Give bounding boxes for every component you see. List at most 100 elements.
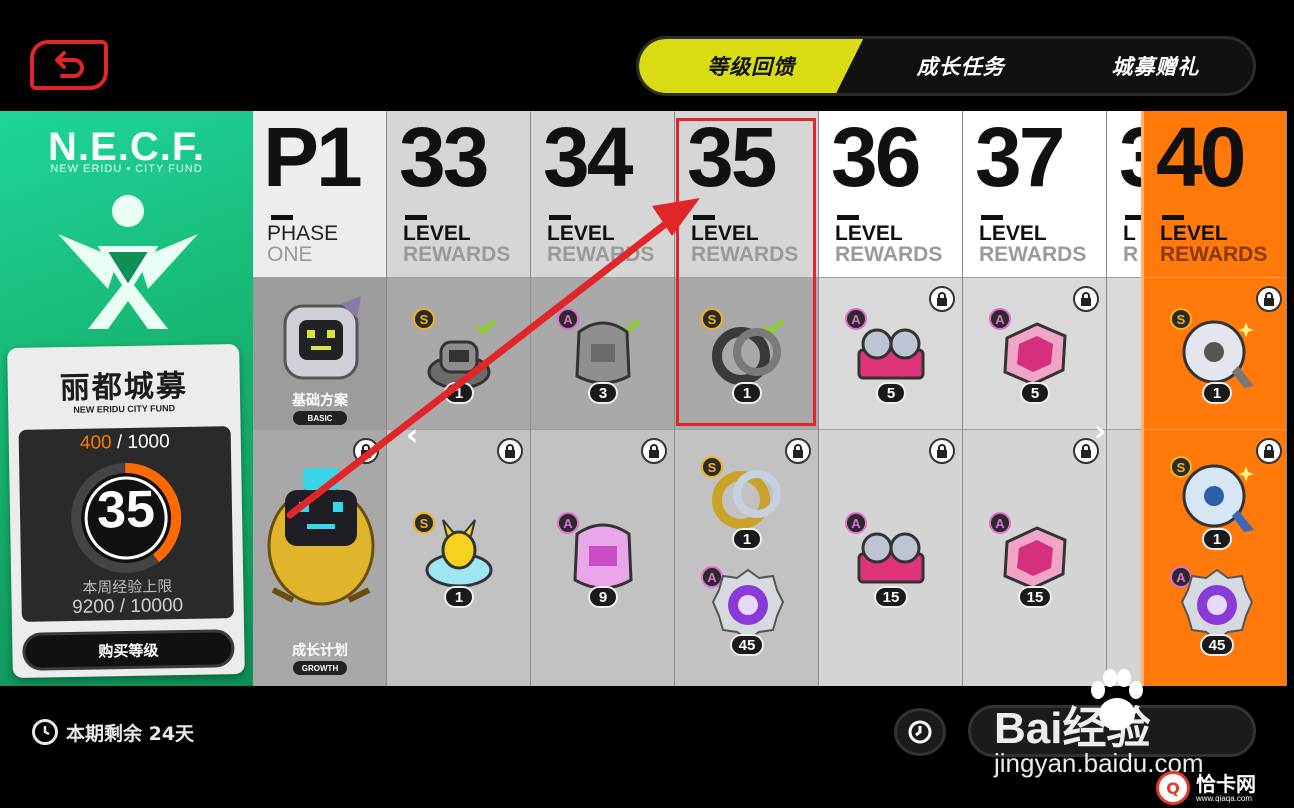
level-column-34: 34 LEVEL REWARDS A 3 A 9 [531, 111, 675, 686]
fund-card: 丽都城募 NEW ERIDU CITY FUND 400 / 1000 35 本… [7, 344, 245, 678]
level-dash [405, 215, 427, 220]
clock-icon [908, 720, 932, 744]
master-tape-icon [1182, 320, 1254, 388]
scroll-left-chevron-icon[interactable]: ‹ [406, 418, 426, 453]
reward-quantity: 15 [1018, 586, 1052, 608]
back-arrow-icon [55, 51, 84, 78]
polychrome-gear-icon [1180, 568, 1254, 642]
current-level: 35 [96, 480, 156, 540]
phase-number: P1 [263, 111, 363, 204]
reward-quantity: 3 [588, 382, 618, 404]
level-header: 34 LEVEL REWARDS [531, 111, 674, 277]
film-reel-icon [857, 532, 925, 584]
growth-plan-sublabel: GROWTH [293, 661, 347, 675]
level-label-line2: R [1123, 243, 1139, 266]
weekly-xp-value: 9200 / 10000 [72, 595, 184, 618]
necf-emblem-icon [58, 195, 198, 329]
fund-name: 丽都城募 [59, 368, 189, 407]
level-number: 34 [543, 111, 633, 204]
w-engine-ring-icon [712, 470, 781, 529]
basic-plan-sublabel: BASIC [293, 411, 347, 425]
level-header: 36 LEVEL REWARDS [819, 111, 962, 277]
season-remaining-text: 本期剩余 24天 [66, 722, 195, 745]
qiaka-watermark-text: 恰卡网 [1196, 771, 1256, 796]
level-label-line1: LEVEL [403, 222, 471, 245]
reward-quantity: 15 [874, 586, 908, 608]
growth-plan-label: 成长计划 [292, 643, 348, 659]
level-header: 40 LEVEL REWARDS [1144, 111, 1286, 277]
level-label-line2: REWARDS [835, 243, 943, 266]
level-label-line1: LEVEL [1160, 222, 1228, 245]
reward-quantity: 1 [732, 528, 762, 550]
reward-quantity: 45 [1200, 634, 1234, 656]
reward-quantity: 5 [1020, 382, 1050, 404]
clock-icon [32, 719, 58, 745]
level-label-line2: REWARDS [979, 243, 1087, 266]
growth-bangboo-icon [267, 468, 375, 606]
drive-disc-pack-icon [575, 321, 631, 385]
lock-icon [929, 286, 955, 312]
phase-dash [271, 215, 293, 220]
level-column-40: 40 LEVEL REWARDS S 1 S 1 A 45 [1141, 111, 1287, 686]
xp-current: 400 [79, 432, 112, 454]
level-column-37: 37 LEVEL REWARDS A 5 A 15 [963, 111, 1107, 686]
level-label-line2: REWARDS [547, 243, 655, 266]
lock-icon [641, 438, 667, 464]
drive-disc-pack-icon [573, 523, 633, 590]
basic-reward-cell[interactable]: A 5 [963, 277, 1106, 429]
basic-plan-cell[interactable]: 基础方案 BASIC [253, 277, 386, 429]
level-label-line1: LEVEL [547, 222, 615, 245]
growth-reward-cell[interactable]: A 15 [819, 429, 962, 686]
rank-s-icon: S [413, 308, 435, 330]
master-tape-icon [1182, 464, 1254, 532]
growth-reward-cell[interactable]: S 1 [387, 429, 530, 686]
level-status-box: 400 / 1000 35 本周经验上限 9200 / 10000 [18, 426, 234, 622]
reward-quantity: 1 [444, 382, 474, 404]
back-button[interactable] [30, 40, 108, 90]
growth-plan-cell[interactable]: 成长计划 GROWTH [253, 429, 386, 686]
season-remaining: 本期剩余 24天 [32, 717, 194, 747]
tab-fund-gifts[interactable]: 城募赠礼 [1058, 39, 1253, 93]
level-column-33: 33 LEVEL REWARDS S 1 S 1 [387, 111, 531, 686]
basic-bangboo-icon [283, 296, 361, 380]
qiaka-watermark-url: www.qiaqa.com [1196, 793, 1253, 803]
annotation-highlight-box [676, 118, 816, 426]
basic-reward-cell[interactable]: A 5 [819, 277, 962, 429]
growth-reward-cell[interactable]: S 1 A 45 [1144, 429, 1286, 686]
phase-column: P1 PHASE ONE 基础方案 BASIC 成长计划 GROWTH [253, 111, 387, 686]
baidu-watermark: Bai经验 [994, 704, 1151, 753]
growth-reward-cell[interactable]: A 9 [531, 429, 674, 686]
basic-reward-cell[interactable]: S 1 [387, 277, 530, 429]
level-dash [549, 215, 571, 220]
lock-icon [1073, 286, 1099, 312]
data-chip-icon [1003, 322, 1067, 386]
polychrome-gear-icon [711, 568, 785, 642]
growth-reward-cell[interactable]: A 15 [963, 429, 1106, 686]
level-number: 33 [399, 111, 489, 204]
basic-reward-cell[interactable]: A 3 [531, 277, 674, 429]
level-label-line1: LEVEL [835, 222, 903, 245]
tab-level-rewards[interactable]: 等级回馈 [639, 39, 864, 93]
buy-level-button[interactable]: 购买等级 [22, 629, 235, 671]
phase-label-line2: ONE [267, 243, 313, 266]
lock-icon [497, 438, 523, 464]
reward-quantity: 1 [1202, 528, 1232, 550]
level-header: 33 LEVEL REWARDS [387, 111, 530, 277]
qiaka-logo-icon: Q [1156, 771, 1190, 805]
bangboo-pod-icon [425, 519, 493, 588]
qiaka-watermark: Q 恰卡网 www.qiaqa.com [1156, 770, 1286, 806]
necf-logo-subtitle: NEW ERIDU • CITY FUND [50, 163, 203, 175]
level-label-line2: REWARDS [1160, 243, 1268, 266]
basic-reward-cell[interactable]: S 1 [1144, 277, 1286, 429]
reward-quantity: 9 [588, 586, 618, 608]
reward-quantity: 1 [1202, 382, 1232, 404]
level-label-line1: L [1123, 222, 1136, 245]
growth-reward-cell[interactable]: S 1 A 45 [675, 429, 818, 686]
scroll-right-chevron-icon[interactable]: › [1094, 414, 1118, 449]
tab-growth-tasks[interactable]: 成长任务 [863, 39, 1058, 93]
timer-button[interactable] [894, 708, 946, 756]
reward-quantity: 5 [876, 382, 906, 404]
xp-progress-text: 400 / 1000 [19, 430, 231, 456]
level-label-line1: LEVEL [979, 222, 1047, 245]
level-number: 40 [1156, 111, 1246, 204]
